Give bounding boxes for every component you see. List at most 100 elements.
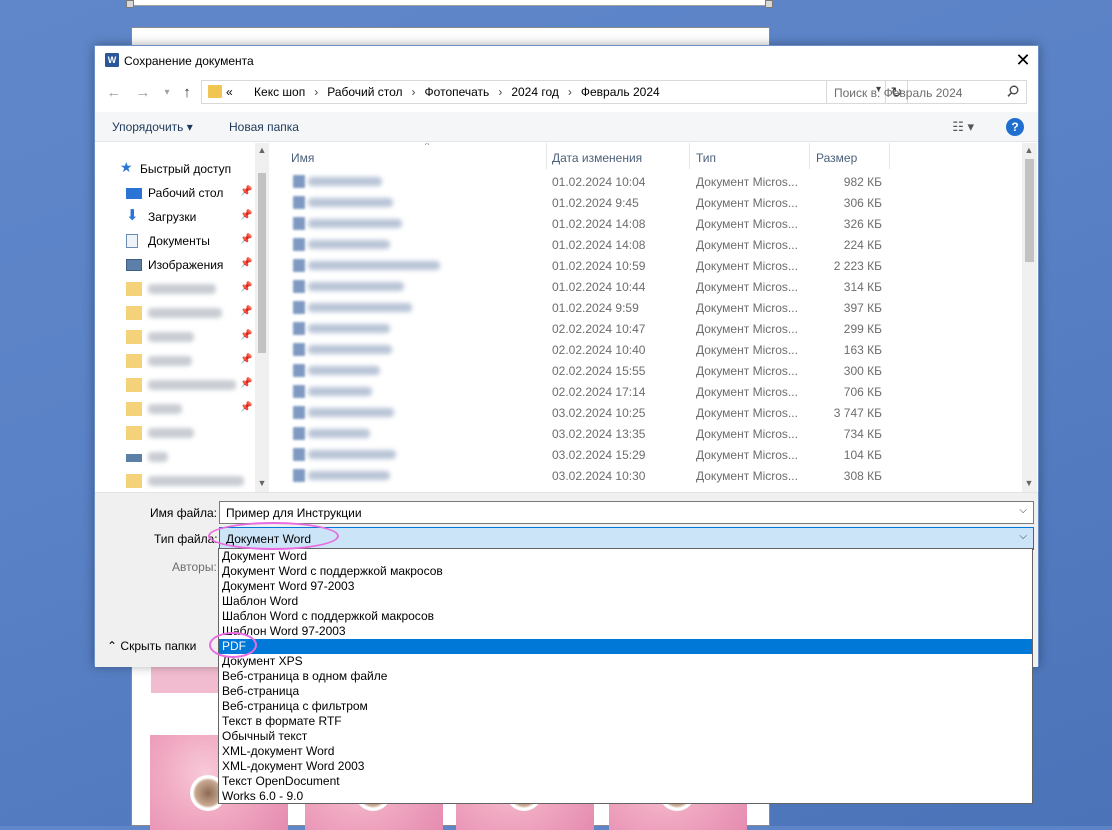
close-button[interactable]: ✕: [1008, 46, 1038, 76]
filetype-option[interactable]: Обычный текст: [219, 729, 1032, 744]
scroll-down-icon[interactable]: ▼: [1022, 478, 1036, 488]
filetype-option[interactable]: XML-документ Word: [219, 744, 1032, 759]
nav-item-folder[interactable]: 📌: [95, 326, 255, 348]
nav-item-folder[interactable]: 📌: [95, 374, 255, 396]
nav-item-pictures[interactable]: Изображения 📌: [95, 254, 255, 276]
filetype-option[interactable]: Шаблон Word: [219, 594, 1032, 609]
breadcrumb-item[interactable]: Кекс шоп: [254, 85, 305, 99]
file-row[interactable]: 02.02.2024 15:55 Документ Micros... 300 КБ: [271, 360, 1011, 381]
pin-icon[interactable]: 📌: [240, 402, 252, 413]
filetype-option[interactable]: Документ Word с поддержкой макросов: [219, 564, 1032, 579]
chevron-down-icon[interactable]: ⌵: [1019, 531, 1027, 542]
filename-field[interactable]: Пример для Инструкции ⌵: [219, 501, 1034, 524]
filetype-option[interactable]: PDF: [219, 639, 1032, 654]
scrollbar-thumb[interactable]: [1025, 159, 1034, 262]
nav-item-downloads[interactable]: ⬇ Загрузки 📌: [95, 206, 255, 228]
filelist-scrollbar[interactable]: ▲ ▼: [1022, 143, 1037, 492]
column-label: Дата изменения: [552, 151, 643, 165]
nav-item-folder[interactable]: [95, 470, 255, 492]
scroll-up-icon[interactable]: ▲: [255, 145, 269, 155]
breadcrumb-item[interactable]: Рабочий стол: [327, 85, 402, 99]
new-folder-button[interactable]: Новая папка: [229, 120, 299, 134]
filetype-option[interactable]: Веб-страница в одном файле: [219, 669, 1032, 684]
file-row[interactable]: 02.02.2024 10:47 Документ Micros... 299 КБ: [271, 318, 1011, 339]
scroll-up-icon[interactable]: ▲: [1022, 145, 1036, 155]
nav-item-folder[interactable]: 📌: [95, 398, 255, 420]
filetype-option[interactable]: Шаблон Word 97-2003: [219, 624, 1032, 639]
up-arrow-icon[interactable]: ↑: [177, 83, 197, 103]
file-row[interactable]: 03.02.2024 10:30 Документ Micros... 308 КБ: [271, 465, 1011, 486]
back-arrow-icon[interactable]: ←: [104, 83, 124, 103]
filetype-option[interactable]: Веб-страница: [219, 684, 1032, 699]
column-header-name[interactable]: ^ Имя: [285, 143, 547, 169]
nav-item-drive[interactable]: [95, 446, 255, 468]
filetype-option[interactable]: Works 6.0 - 9.0: [219, 789, 1032, 804]
pin-icon[interactable]: 📌: [240, 282, 252, 293]
file-row[interactable]: 03.02.2024 13:35 Документ Micros... 734 КБ: [271, 423, 1011, 444]
nav-item-folder[interactable]: 📌: [95, 350, 255, 372]
filetype-option[interactable]: Документ Word: [219, 549, 1032, 564]
file-row[interactable]: 02.02.2024 17:14 Документ Micros... 706 КБ: [271, 381, 1011, 402]
column-header-date[interactable]: Дата изменения: [546, 143, 690, 169]
filetype-option[interactable]: Документ Word 97-2003: [219, 579, 1032, 594]
file-row[interactable]: 01.02.2024 10:04 Документ Micros... 982 КБ: [271, 171, 1011, 192]
organize-button[interactable]: Упорядочить ▾: [112, 120, 193, 134]
chevron-down-icon[interactable]: ⌵: [1019, 505, 1027, 516]
breadcrumb-item[interactable]: Февраль 2024: [581, 85, 660, 99]
pin-icon[interactable]: 📌: [240, 210, 252, 221]
file-row[interactable]: 03.02.2024 10:25 Документ Micros... 3 747 …: [271, 402, 1011, 423]
file-row[interactable]: 01.02.2024 9:59 Документ Micros... 397 КБ: [271, 297, 1011, 318]
chevron-right-icon[interactable]: ›: [314, 85, 318, 99]
file-row[interactable]: 01.02.2024 9:45 Документ Micros... 306 КБ: [271, 192, 1011, 213]
chevron-right-icon[interactable]: ›: [412, 85, 416, 99]
nav-item-documents[interactable]: Документы 📌: [95, 230, 255, 252]
nav-item-desktop[interactable]: Рабочий стол 📌: [95, 182, 255, 204]
breadcrumb-item[interactable]: Фотопечать: [425, 85, 490, 99]
search-input[interactable]: Поиск в: Февраль 2024: [826, 80, 1027, 104]
file-row[interactable]: 01.02.2024 10:44 Документ Micros... 314 КБ: [271, 276, 1011, 297]
filetype-option[interactable]: Текст в формате RTF: [219, 714, 1032, 729]
pin-icon[interactable]: 📌: [240, 306, 252, 317]
file-row[interactable]: 03.02.2024 15:29 Документ Micros... 104 КБ: [271, 444, 1011, 465]
pin-icon[interactable]: 📌: [240, 234, 252, 245]
chevron-right-icon[interactable]: ›: [498, 85, 502, 99]
file-row[interactable]: 01.02.2024 14:08 Документ Micros... 326 КБ: [271, 213, 1011, 234]
scroll-down-icon[interactable]: ▼: [255, 478, 269, 488]
filetype-select[interactable]: Документ Word ⌵: [219, 527, 1034, 550]
filetype-option[interactable]: Веб-страница с фильтром: [219, 699, 1032, 714]
pin-icon[interactable]: 📌: [240, 330, 252, 341]
column-header-type[interactable]: Тип: [690, 143, 810, 169]
view-options-icon[interactable]: ☷ ▾: [952, 119, 974, 135]
filetype-option[interactable]: XML-документ Word 2003: [219, 759, 1032, 774]
file-type: Документ Micros...: [696, 385, 798, 399]
scrollbar-thumb[interactable]: [258, 173, 266, 353]
address-bar[interactable]: « Кекс шоп › Рабочий стол › Фотопечать › 20…: [201, 80, 908, 104]
left-indent-marker[interactable]: [126, 0, 134, 8]
navpane-scrollbar[interactable]: ▲ ▼: [255, 143, 269, 492]
right-indent-marker[interactable]: [765, 0, 773, 8]
nav-item-folder[interactable]: [95, 422, 255, 444]
forward-arrow-icon[interactable]: →: [133, 83, 153, 103]
pin-icon[interactable]: 📌: [240, 378, 252, 389]
hide-folders-button[interactable]: ⌃ Скрыть папки: [107, 639, 196, 653]
column-header-size[interactable]: Размер: [810, 143, 890, 169]
filetype-option[interactable]: Шаблон Word с поддержкой макросов: [219, 609, 1032, 624]
file-date: 03.02.2024 10:30: [552, 469, 646, 483]
pin-icon[interactable]: 📌: [240, 354, 252, 365]
nav-item-folder[interactable]: 📌: [95, 302, 255, 324]
breadcrumb-item[interactable]: 2024 год: [511, 85, 559, 99]
help-icon[interactable]: ?: [1006, 118, 1024, 136]
filetype-option[interactable]: Документ XPS: [219, 654, 1032, 669]
nav-item-quick-access[interactable]: ★ Быстрый доступ: [95, 158, 255, 180]
pin-icon[interactable]: 📌: [240, 186, 252, 197]
file-row[interactable]: 02.02.2024 10:40 Документ Micros... 163 КБ: [271, 339, 1011, 360]
pin-icon[interactable]: 📌: [240, 258, 252, 269]
file-type: Документ Micros...: [696, 301, 798, 315]
file-row[interactable]: 01.02.2024 10:59 Документ Micros... 2 223 …: [271, 255, 1011, 276]
chevron-right-icon[interactable]: ›: [568, 85, 572, 99]
breadcrumb-overflow[interactable]: «: [226, 85, 233, 99]
recent-chevron-icon[interactable]: ▾: [157, 83, 177, 103]
file-row[interactable]: 01.02.2024 14:08 Документ Micros... 224 КБ: [271, 234, 1011, 255]
nav-item-folder[interactable]: 📌: [95, 278, 255, 300]
filetype-option[interactable]: Текст OpenDocument: [219, 774, 1032, 789]
